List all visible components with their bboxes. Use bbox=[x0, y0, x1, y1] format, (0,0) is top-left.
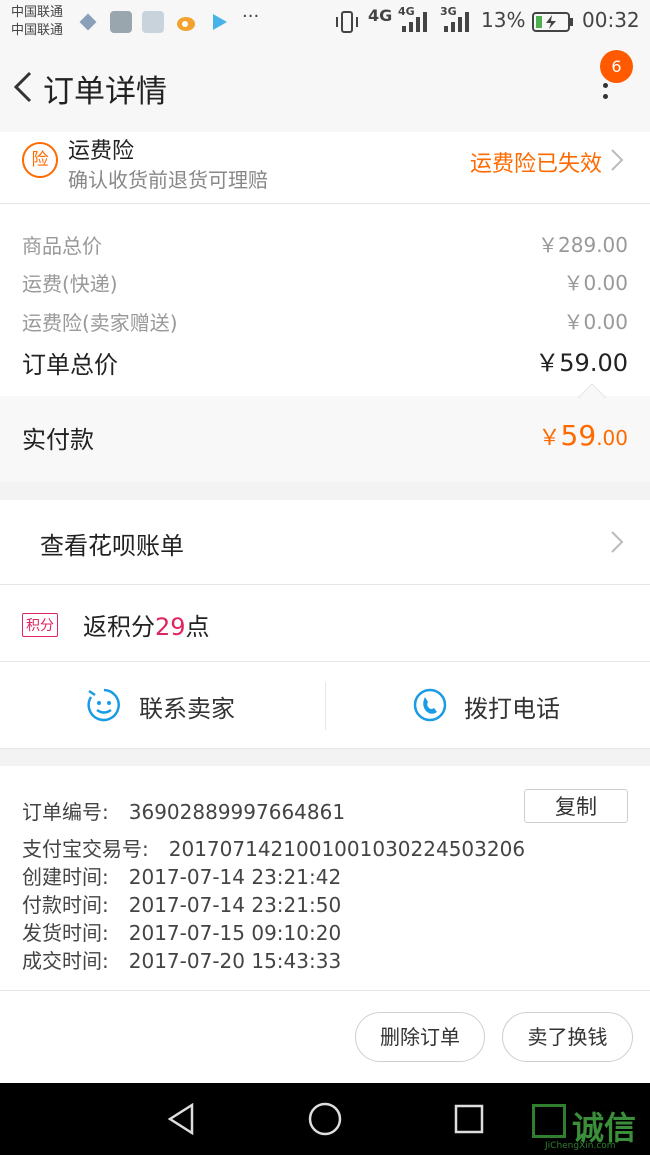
play-icon bbox=[213, 14, 227, 30]
insurance-title: 运费险 bbox=[68, 139, 135, 164]
deal-time-value: 2017-07-20 15:43:33 bbox=[128, 949, 342, 973]
paid-value: ￥59.00 bbox=[539, 419, 628, 452]
chevron-right-icon bbox=[611, 531, 624, 553]
carrier-label: 中国联通 bbox=[11, 23, 64, 38]
deal-time-row: 成交时间: 2017-07-20 15:43:33 bbox=[22, 945, 341, 974]
signal-bars-icon bbox=[402, 12, 427, 32]
back-triangle-icon[interactable] bbox=[164, 1102, 198, 1136]
paid-time-label: 付款时间: bbox=[22, 893, 109, 917]
paid-decimal: .00 bbox=[596, 426, 628, 450]
paid-time-row: 付款时间: 2017-07-14 23:21:50 bbox=[22, 889, 341, 918]
order-number-label: 订单编号: bbox=[22, 800, 109, 824]
points-text: 返积分29点 bbox=[83, 607, 210, 642]
carrier-label: 中国联通 bbox=[11, 5, 64, 20]
alipay-trade-row: 支付宝交易号: 2017071421001001030224503206 bbox=[22, 833, 525, 862]
order-total-value: ￥59.00 bbox=[535, 349, 628, 377]
watermark-url: JiChengXin.com bbox=[545, 1141, 616, 1151]
recents-square-icon[interactable] bbox=[453, 1103, 485, 1135]
deal-time-label: 成交时间: bbox=[22, 949, 109, 973]
copy-button[interactable]: 复制 bbox=[524, 789, 628, 823]
delete-order-button[interactable]: 删除订单 bbox=[355, 1012, 485, 1062]
weibo-icon bbox=[177, 17, 195, 31]
paid-currency: ￥ bbox=[538, 426, 561, 451]
insurance-icon: 险 bbox=[22, 142, 58, 178]
battery-charging-icon bbox=[532, 12, 573, 32]
price-row-label: 运费(快递) bbox=[22, 272, 118, 296]
shipped-time-label: 发货时间: bbox=[22, 921, 109, 945]
network-type: 4G bbox=[368, 6, 393, 25]
resell-button[interactable]: 卖了换钱 bbox=[502, 1012, 633, 1062]
shipped-time-row: 发货时间: 2017-07-15 09:10:20 bbox=[22, 917, 341, 946]
insurance-subtitle: 确认收货前退货可理赔 bbox=[68, 168, 268, 192]
huabei-label: 查看花呗账单 bbox=[40, 532, 184, 560]
battery-percent: 13% bbox=[481, 8, 526, 32]
order-number-row: 订单编号: 36902889997664861 bbox=[22, 796, 345, 825]
alipay-trade-label: 支付宝交易号: bbox=[22, 837, 149, 861]
chat-face-icon bbox=[87, 688, 120, 722]
price-row-label: 商品总价 bbox=[22, 234, 102, 258]
created-time-row: 创建时间: 2017-07-14 23:21:42 bbox=[22, 861, 341, 890]
paid-time-value: 2017-07-14 23:21:50 bbox=[128, 893, 342, 917]
created-time-label: 创建时间: bbox=[22, 865, 109, 889]
price-row-value: ￥0.00 bbox=[563, 310, 628, 334]
insurance-status[interactable]: 运费险已失效 bbox=[470, 146, 602, 178]
paid-label: 实付款 bbox=[22, 426, 94, 454]
call-label: 拨打电话 bbox=[464, 695, 560, 723]
more-dots-icon: ··· bbox=[242, 6, 260, 27]
home-circle-icon[interactable] bbox=[307, 1101, 343, 1137]
price-row-value: ￥289.00 bbox=[538, 233, 628, 257]
order-number-value: 36902889997664861 bbox=[128, 800, 346, 824]
signal-bars-icon bbox=[444, 12, 469, 32]
gallery-icon bbox=[110, 11, 132, 33]
points-tag: 积分 bbox=[22, 613, 58, 637]
points-amount: 29 bbox=[155, 613, 186, 641]
chevron-right-icon bbox=[611, 149, 624, 171]
watermark-logo bbox=[532, 1104, 566, 1138]
price-row-value: ￥0.00 bbox=[563, 271, 628, 295]
clock: 00:32 bbox=[582, 8, 640, 32]
avatar-icon bbox=[142, 11, 164, 33]
signal-diamond-icon bbox=[79, 13, 97, 31]
points-prefix: 返积分 bbox=[83, 613, 155, 641]
alipay-trade-value: 2017071421001001030224503206 bbox=[168, 837, 526, 861]
vibrate-icon bbox=[336, 11, 358, 33]
caret-up-icon bbox=[578, 384, 606, 398]
page-title: 订单详情 bbox=[43, 74, 167, 110]
back-chevron-icon[interactable] bbox=[8, 70, 40, 104]
paid-integer: 59 bbox=[560, 419, 597, 452]
shipped-time-value: 2017-07-15 09:10:20 bbox=[128, 921, 342, 945]
phone-icon bbox=[413, 688, 447, 722]
created-time-value: 2017-07-14 23:21:42 bbox=[128, 865, 342, 889]
contact-seller-label: 联系卖家 bbox=[139, 695, 235, 723]
price-row-label: 运费险(卖家赠送) bbox=[22, 311, 178, 335]
notification-badge: 6 bbox=[600, 50, 633, 83]
order-total-label: 订单总价 bbox=[22, 351, 118, 379]
divider bbox=[0, 748, 650, 749]
points-suffix: 点 bbox=[185, 613, 210, 641]
